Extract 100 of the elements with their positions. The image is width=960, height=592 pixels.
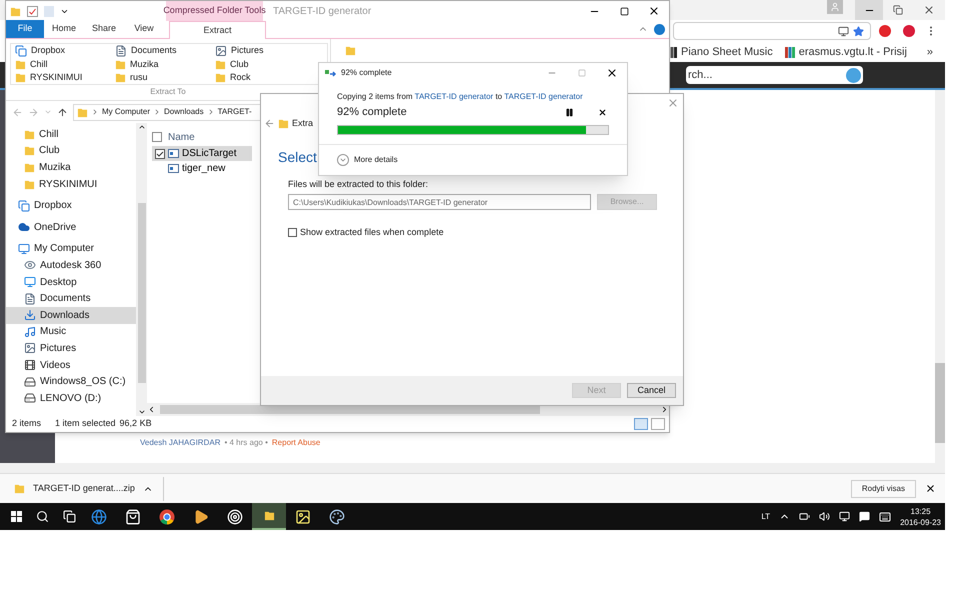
address-bar[interactable] bbox=[673, 22, 871, 40]
wizard-title: Select bbox=[278, 148, 317, 166]
bag-icon bbox=[125, 508, 141, 524]
nav-item[interactable]: Desktop bbox=[6, 274, 136, 290]
nav-item[interactable]: Dropbox bbox=[6, 197, 136, 214]
globe-icon bbox=[91, 508, 107, 524]
extension-icon[interactable] bbox=[879, 25, 891, 37]
close-icon[interactable] bbox=[925, 483, 936, 494]
nav-scrollbar[interactable] bbox=[136, 123, 147, 416]
language-indicator[interactable]: LT bbox=[761, 510, 770, 522]
comment-author[interactable]: Vedesh JAHAGIRDAR bbox=[140, 437, 220, 449]
battery-icon[interactable] bbox=[799, 511, 810, 522]
column-header[interactable]: Name bbox=[168, 130, 195, 144]
expand-button[interactable] bbox=[337, 154, 349, 166]
file-row[interactable]: tiger_new bbox=[152, 161, 252, 176]
extract-location[interactable]: Muzika bbox=[115, 58, 215, 71]
extract-location[interactable]: RYSKINIMUI bbox=[15, 71, 115, 84]
folder-label: Files will be extracted to this folder: bbox=[288, 178, 430, 190]
extract-location[interactable]: Rock bbox=[215, 71, 315, 84]
tiles-view-button[interactable] bbox=[651, 418, 665, 430]
file-icon bbox=[168, 149, 179, 158]
breadcrumb-item[interactable]: My Computer bbox=[102, 106, 150, 118]
nav-item[interactable]: My Computer bbox=[6, 240, 136, 258]
select-all-checkbox[interactable] bbox=[152, 132, 162, 142]
nav-item[interactable]: Music bbox=[6, 324, 136, 340]
more-details-link[interactable]: More details bbox=[354, 154, 398, 166]
search-globe-icon[interactable] bbox=[846, 68, 861, 82]
show-all-button[interactable]: Rodyti visas bbox=[850, 480, 916, 498]
maximize-icon bbox=[578, 69, 586, 77]
ribbon-tab[interactable]: Home bbox=[44, 20, 84, 38]
checkbox[interactable] bbox=[288, 228, 297, 238]
nav-item[interactable]: Club bbox=[6, 142, 136, 160]
nav-item[interactable]: Downloads bbox=[6, 306, 136, 324]
wizard-button[interactable]: Cancel bbox=[627, 383, 676, 398]
source-link[interactable]: TARGET-ID generator bbox=[414, 92, 494, 101]
nav-item[interactable]: Pictures bbox=[6, 340, 136, 357]
extract-location[interactable]: Pictures bbox=[215, 44, 315, 58]
report-link[interactable]: Report Abuse bbox=[272, 437, 320, 449]
page-scrollbar[interactable] bbox=[935, 90, 945, 473]
computer-icon bbox=[18, 242, 30, 255]
file-row[interactable]: DSLicTarget bbox=[152, 146, 252, 161]
scroll-down-icon[interactable] bbox=[138, 408, 146, 416]
start-icon[interactable] bbox=[11, 511, 22, 522]
nav-item[interactable]: Autodesk 360 bbox=[6, 257, 136, 274]
extract-location[interactable]: rusu bbox=[115, 71, 215, 84]
network-icon[interactable] bbox=[839, 511, 850, 522]
extract-location[interactable]: Dropbox bbox=[15, 44, 115, 58]
nav-item[interactable]: Documents bbox=[6, 290, 136, 307]
breadcrumb-item[interactable]: Downloads bbox=[164, 106, 204, 118]
nav-item[interactable]: Windows8_OS (C:) bbox=[6, 373, 136, 390]
nav-item[interactable]: OneDrive bbox=[6, 218, 136, 236]
scroll-up-icon[interactable] bbox=[138, 123, 146, 131]
nav-item[interactable]: Muzika bbox=[6, 159, 136, 176]
nav-item[interactable]: Chill bbox=[6, 126, 136, 143]
eye-icon bbox=[24, 259, 36, 272]
back-icon[interactable] bbox=[264, 118, 275, 130]
ribbon-tab[interactable]: File bbox=[6, 20, 44, 38]
scrollbar-thumb[interactable] bbox=[935, 363, 945, 443]
nav-label: Chill bbox=[39, 128, 58, 142]
cancel-icon[interactable] bbox=[598, 108, 607, 117]
extension-icon[interactable] bbox=[903, 25, 915, 37]
checkbox-label[interactable]: Show extracted files when complete bbox=[300, 226, 444, 240]
breadcrumb-item[interactable]: TARGET- bbox=[218, 106, 252, 118]
task-view-icon[interactable] bbox=[63, 510, 76, 523]
zip-file-icon bbox=[14, 483, 25, 494]
path-field[interactable]: C:\Users\Kudikiukas\Downloads\TARGET-ID generator bbox=[288, 194, 591, 210]
help-icon[interactable] bbox=[654, 24, 665, 35]
download-item[interactable]: TARGET-ID generat....zip bbox=[0, 476, 164, 500]
ribbon-tab[interactable]: Share bbox=[84, 20, 124, 38]
nav-label: Dropbox bbox=[34, 199, 72, 214]
nav-item[interactable]: RYSKINIMUI bbox=[6, 176, 136, 192]
checked-checkbox-icon[interactable] bbox=[155, 148, 165, 158]
destination-link[interactable]: TARGET-ID generator bbox=[504, 92, 583, 101]
nav-item[interactable]: LENOVO (D:) bbox=[6, 390, 136, 406]
search-icon[interactable] bbox=[36, 510, 49, 523]
extract-location[interactable]: Documents bbox=[115, 44, 215, 58]
scroll-right-icon[interactable] bbox=[660, 405, 669, 414]
clock[interactable]: 13:25 2016-09-23 bbox=[900, 506, 941, 528]
nav-item[interactable]: Videos bbox=[6, 356, 136, 374]
more-bookmarks[interactable]: » bbox=[926, 44, 933, 60]
ribbon-tab[interactable]: Extract bbox=[169, 21, 266, 39]
scrollbar-thumb[interactable] bbox=[138, 203, 146, 383]
scrollbar-thumb[interactable] bbox=[160, 405, 540, 414]
volume-icon[interactable] bbox=[819, 511, 830, 522]
document-icon bbox=[24, 292, 36, 305]
nav-label: Muzika bbox=[39, 160, 71, 175]
nav-label: Pictures bbox=[40, 342, 76, 356]
bookmark-link[interactable]: erasmus.vgtu.lt - Prisij bbox=[784, 44, 907, 60]
close-icon bbox=[923, 4, 935, 16]
download-icon bbox=[24, 309, 36, 322]
search-field[interactable]: rch... bbox=[686, 66, 846, 84]
ribbon-tab[interactable]: View bbox=[124, 20, 164, 38]
pause-icon[interactable] bbox=[565, 108, 574, 117]
notification-icon[interactable] bbox=[859, 511, 870, 522]
properties-icon[interactable] bbox=[27, 6, 38, 16]
extract-location[interactable]: Chill bbox=[15, 58, 115, 71]
scroll-left-icon[interactable] bbox=[147, 405, 156, 414]
keyboard-icon[interactable] bbox=[879, 510, 892, 522]
up-icon[interactable] bbox=[57, 106, 68, 118]
extract-location[interactable]: Club bbox=[215, 58, 315, 71]
